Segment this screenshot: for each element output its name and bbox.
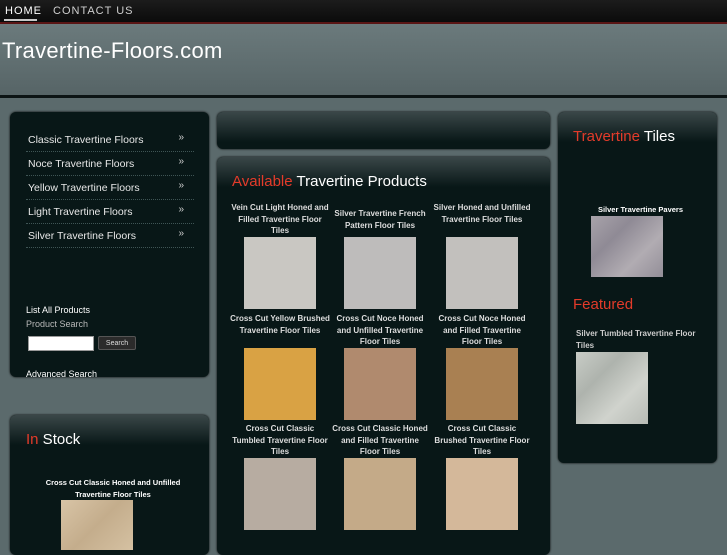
category-label: Light Travertine Floors xyxy=(28,206,133,218)
search-input[interactable] xyxy=(28,336,94,351)
product-image[interactable] xyxy=(344,348,416,420)
product-card[interactable]: Silver Travertine French Pattern Floor T… xyxy=(330,202,430,309)
tiles-heading-rest: Tiles xyxy=(639,128,675,145)
chevron-right-icon: » xyxy=(178,180,184,191)
product-image[interactable] xyxy=(244,348,316,420)
chevron-right-icon: » xyxy=(178,132,184,143)
product-image[interactable] xyxy=(244,237,316,309)
in-stock-heading: In Stock xyxy=(26,431,80,448)
product-image[interactable] xyxy=(244,458,316,530)
product-title[interactable]: Silver Honed and Unfilled Travertine Flo… xyxy=(432,202,532,237)
available-products-heading: Available Travertine Products xyxy=(232,173,427,190)
product-image[interactable] xyxy=(446,458,518,530)
in-stock-heading-accent: In xyxy=(26,431,39,448)
category-link-noce[interactable]: Noce Travertine Floors » xyxy=(26,152,194,176)
advanced-search-link[interactable]: Advanced Search xyxy=(26,369,97,379)
product-title[interactable]: Cross Cut Yellow Brushed Travertine Floo… xyxy=(230,313,330,348)
chevron-right-icon: » xyxy=(178,204,184,215)
product-card[interactable]: Cross Cut Classic Brushed Travertine Flo… xyxy=(432,423,532,530)
product-card[interactable]: Vein Cut Light Honed and Filled Traverti… xyxy=(230,202,330,309)
available-products-panel: Available Travertine Products Vein Cut L… xyxy=(217,157,550,555)
product-title[interactable]: Cross Cut Classic Brushed Travertine Flo… xyxy=(432,423,532,458)
product-card[interactable]: Cross Cut Yellow Brushed Travertine Floo… xyxy=(230,313,330,420)
featured-heading: Featured xyxy=(573,296,634,313)
product-card[interactable]: Cross Cut Classic Tumbled Travertine Flo… xyxy=(230,423,330,530)
travertine-tiles-panel: Travertine Tiles Silver Travertine Paver… xyxy=(558,112,717,463)
product-title[interactable]: Silver Travertine French Pattern Floor T… xyxy=(330,202,430,237)
search-button[interactable]: Search xyxy=(98,336,136,350)
nav-contact-link[interactable]: CONTACT US xyxy=(53,5,134,17)
category-label: Yellow Travertine Floors xyxy=(28,182,140,194)
header-divider xyxy=(0,95,727,98)
chevron-right-icon: » xyxy=(178,228,184,239)
category-link-silver[interactable]: Silver Travertine Floors » xyxy=(26,224,194,248)
travertine-tiles-heading: Travertine Tiles xyxy=(573,128,675,145)
category-link-yellow[interactable]: Yellow Travertine Floors » xyxy=(26,176,194,200)
product-card[interactable]: Cross Cut Noce Honed and Unfilled Traver… xyxy=(330,313,430,420)
nav-home-link[interactable]: HOME xyxy=(5,5,42,17)
in-stock-panel: In Stock Cross Cut Classic Honed and Unf… xyxy=(10,415,209,555)
silver-pavers-link[interactable]: Silver Travertine Pavers xyxy=(568,205,713,214)
featured-product-image[interactable] xyxy=(576,352,648,424)
in-stock-heading-rest: Stock xyxy=(38,431,81,448)
available-heading-rest: Travertine Products xyxy=(292,173,427,190)
tiles-heading-accent: Travertine xyxy=(573,128,640,145)
product-image[interactable] xyxy=(446,237,518,309)
in-stock-product-link[interactable]: Cross Cut Classic Honed and Unfilled Tra… xyxy=(28,477,198,501)
chevron-right-icon: » xyxy=(178,156,184,167)
product-image[interactable] xyxy=(446,348,518,420)
panel-header-gradient xyxy=(217,112,550,142)
category-link-classic[interactable]: Classic Travertine Floors » xyxy=(26,128,194,152)
top-nav: HOME CONTACT US xyxy=(0,0,727,24)
in-stock-product-image[interactable] xyxy=(61,500,133,550)
product-image[interactable] xyxy=(344,237,416,309)
site-title[interactable]: Travertine-Floors.com xyxy=(2,38,223,64)
product-title[interactable]: Cross Cut Noce Honed and Unfilled Traver… xyxy=(330,313,430,348)
product-title[interactable]: Cross Cut Classic Honed and Filled Trave… xyxy=(330,423,430,458)
category-label: Classic Travertine Floors xyxy=(28,134,144,146)
product-title[interactable]: Vein Cut Light Honed and Filled Traverti… xyxy=(230,202,330,237)
featured-product-link[interactable]: Silver Tumbled Travertine Floor Tiles xyxy=(576,328,701,352)
category-label: Noce Travertine Floors xyxy=(28,158,135,170)
product-title[interactable]: Cross Cut Classic Tumbled Travertine Flo… xyxy=(230,423,330,458)
category-label: Silver Travertine Floors xyxy=(28,230,136,242)
content-top-bar xyxy=(217,112,550,149)
category-link-light[interactable]: Light Travertine Floors » xyxy=(26,200,194,224)
silver-pavers-image[interactable] xyxy=(591,216,663,277)
product-image[interactable] xyxy=(344,458,416,530)
category-panel: Classic Travertine Floors » Noce Travert… xyxy=(10,112,209,379)
nav-home-underline xyxy=(4,19,37,21)
product-card[interactable]: Silver Honed and Unfilled Travertine Flo… xyxy=(432,202,532,309)
product-search-label: Product Search xyxy=(26,319,89,329)
product-title[interactable]: Cross Cut Noce Honed and Filled Traverti… xyxy=(432,313,532,348)
available-heading-accent: Available xyxy=(232,173,293,190)
product-card[interactable]: Cross Cut Classic Honed and Filled Trave… xyxy=(330,423,430,530)
product-card[interactable]: Cross Cut Noce Honed and Filled Traverti… xyxy=(432,313,532,420)
list-all-products-link[interactable]: List All Products xyxy=(26,305,90,315)
